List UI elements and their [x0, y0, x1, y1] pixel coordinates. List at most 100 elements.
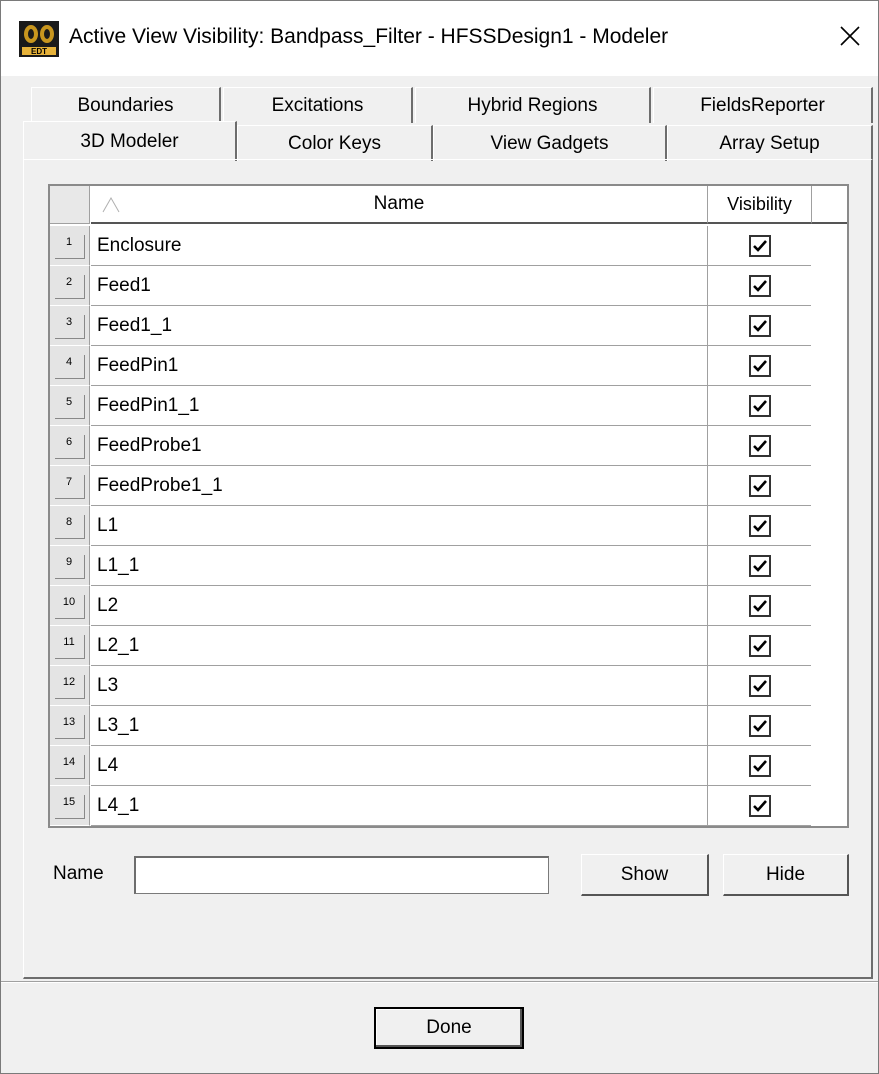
- row-number[interactable]: 3: [50, 306, 90, 346]
- tab-label: Hybrid Regions: [467, 94, 598, 116]
- table-row[interactable]: 6 FeedProbe1: [50, 426, 847, 466]
- table-row[interactable]: 14 L4: [50, 746, 847, 786]
- title-bar[interactable]: EDT Active View Visibility: Bandpass_Fil…: [1, 1, 878, 76]
- object-name-cell[interactable]: L2: [91, 586, 707, 626]
- row-number[interactable]: 9: [50, 546, 90, 586]
- visibility-checkbox[interactable]: [748, 754, 771, 777]
- visibility-checkbox[interactable]: [748, 274, 771, 297]
- visibility-checkbox[interactable]: [748, 474, 771, 497]
- row-number[interactable]: 10: [50, 586, 90, 626]
- tab-excitations[interactable]: Excitations: [223, 87, 413, 123]
- object-name-cell[interactable]: L3: [91, 666, 707, 706]
- visibility-checkbox[interactable]: [748, 554, 771, 577]
- checkmark-icon: [752, 719, 767, 732]
- column-header-label: Visibility: [727, 193, 792, 214]
- table-row[interactable]: 13 L3_1: [50, 706, 847, 746]
- tab-color-keys[interactable]: Color Keys: [237, 125, 433, 161]
- object-name-cell[interactable]: FeedPin1_1: [91, 386, 707, 426]
- row-number-label: 14: [54, 755, 85, 779]
- table-row[interactable]: 15 L4_1: [50, 786, 847, 826]
- hide-button[interactable]: Hide: [723, 854, 849, 896]
- table-row[interactable]: 12 L3: [50, 666, 847, 706]
- tab-boundaries[interactable]: Boundaries: [31, 87, 221, 123]
- button-label: Done: [426, 1017, 472, 1038]
- svg-text:EDT: EDT: [31, 47, 47, 56]
- row-number[interactable]: 6: [50, 426, 90, 466]
- object-name-cell[interactable]: Feed1: [91, 266, 707, 306]
- object-name-cell[interactable]: L1_1: [91, 546, 707, 586]
- table-row[interactable]: 4 FeedPin1: [50, 346, 847, 386]
- visibility-cell: [707, 226, 811, 266]
- visibility-checkbox[interactable]: [748, 634, 771, 657]
- row-number[interactable]: 12: [50, 666, 90, 706]
- sort-indicator-icon: [101, 196, 121, 220]
- table-row[interactable]: 9 L1_1: [50, 546, 847, 586]
- name-column-header[interactable]: Name: [91, 186, 707, 224]
- object-name-cell[interactable]: L3_1: [91, 706, 707, 746]
- row-number[interactable]: 7: [50, 466, 90, 506]
- table-row[interactable]: 11 L2_1: [50, 626, 847, 666]
- table-row[interactable]: 10 L2: [50, 586, 847, 626]
- grid-corner-header[interactable]: [50, 186, 90, 224]
- object-name-cell[interactable]: L4_1: [91, 786, 707, 826]
- close-button[interactable]: [822, 11, 878, 61]
- visibility-cell: [707, 386, 811, 426]
- tab-label: Excitations: [271, 94, 364, 116]
- row-number[interactable]: 14: [50, 746, 90, 786]
- row-number-label: 12: [54, 675, 85, 699]
- row-number[interactable]: 4: [50, 346, 90, 386]
- visibility-checkbox[interactable]: [748, 594, 771, 617]
- row-number[interactable]: 2: [50, 266, 90, 306]
- object-name-cell[interactable]: L4: [91, 746, 707, 786]
- row-number[interactable]: 11: [50, 626, 90, 666]
- row-number[interactable]: 15: [50, 786, 90, 826]
- visibility-cell: [707, 466, 811, 506]
- button-label: Hide: [765, 863, 806, 885]
- table-row[interactable]: 8 L1: [50, 506, 847, 546]
- tab-label: Array Setup: [719, 132, 820, 154]
- object-name-cell[interactable]: L2_1: [91, 626, 707, 666]
- tab-array-setup[interactable]: Array Setup: [667, 125, 873, 161]
- row-number[interactable]: 13: [50, 706, 90, 746]
- table-row[interactable]: 3 Feed1_1: [50, 306, 847, 346]
- visibility-cell: [707, 266, 811, 306]
- visibility-cell: [707, 666, 811, 706]
- show-button[interactable]: Show: [581, 854, 709, 896]
- object-name-cell[interactable]: FeedPin1: [91, 346, 707, 386]
- visibility-checkbox[interactable]: [748, 234, 771, 257]
- visibility-checkbox[interactable]: [748, 434, 771, 457]
- button-label: Show: [620, 863, 669, 885]
- table-row[interactable]: 7 FeedProbe1_1: [50, 466, 847, 506]
- object-name-cell[interactable]: Enclosure: [91, 226, 707, 266]
- visibility-cell: [707, 586, 811, 626]
- table-row[interactable]: 5 FeedPin1_1: [50, 386, 847, 426]
- name-filter-input[interactable]: [134, 856, 549, 894]
- row-number[interactable]: 5: [50, 386, 90, 426]
- row-number[interactable]: 1: [50, 226, 90, 266]
- checkmark-icon: [752, 679, 767, 692]
- tab-hybrid-regions[interactable]: Hybrid Regions: [415, 87, 651, 123]
- object-name-cell[interactable]: FeedProbe1: [91, 426, 707, 466]
- visibility-checkbox[interactable]: [748, 674, 771, 697]
- checkmark-icon: [752, 559, 767, 572]
- row-number-label: 13: [54, 715, 85, 739]
- object-name-cell[interactable]: FeedProbe1_1: [91, 466, 707, 506]
- tab-view-gadgets[interactable]: View Gadgets: [433, 125, 667, 161]
- table-row[interactable]: 1 Enclosure: [50, 226, 847, 266]
- visibility-checkbox[interactable]: [748, 394, 771, 417]
- visibility-cell: [707, 626, 811, 666]
- visibility-column-header[interactable]: Visibility: [707, 186, 811, 224]
- object-name-cell[interactable]: Feed1_1: [91, 306, 707, 346]
- visibility-checkbox[interactable]: [748, 794, 771, 817]
- tab-3d-modeler[interactable]: 3D Modeler: [23, 121, 237, 161]
- visibility-checkbox[interactable]: [748, 714, 771, 737]
- tab-fieldsreporter[interactable]: FieldsReporter: [653, 87, 873, 123]
- visibility-checkbox[interactable]: [748, 514, 771, 537]
- visibility-checkbox[interactable]: [748, 354, 771, 377]
- object-name-cell[interactable]: L1: [91, 506, 707, 546]
- row-number-label: 6: [54, 435, 85, 459]
- row-number[interactable]: 8: [50, 506, 90, 546]
- done-button[interactable]: Done: [374, 1007, 524, 1049]
- visibility-checkbox[interactable]: [748, 314, 771, 337]
- table-row[interactable]: 2 Feed1: [50, 266, 847, 306]
